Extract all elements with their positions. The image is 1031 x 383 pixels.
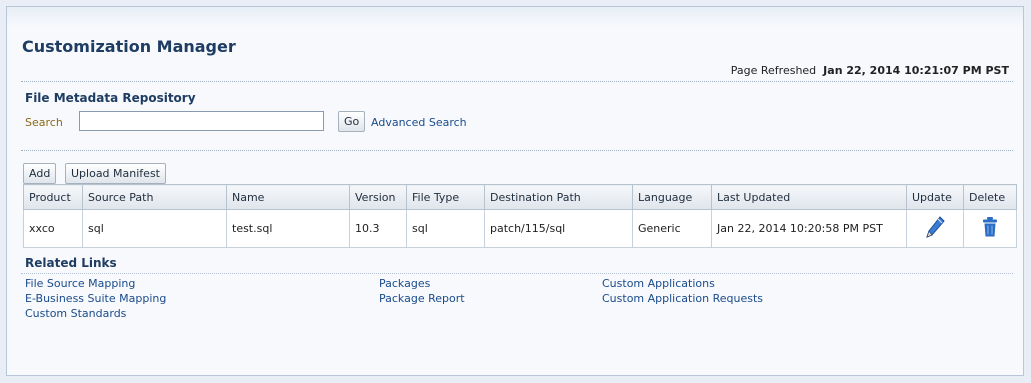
page-refreshed: Page Refreshed Jan 22, 2014 10:21:07 PM … bbox=[731, 64, 1009, 77]
related-links-title: Related Links bbox=[25, 256, 117, 270]
column-header[interactable]: Name bbox=[226, 184, 350, 210]
link-ebusiness-suite-mapping[interactable]: E-Business Suite Mapping bbox=[25, 292, 166, 305]
column-header[interactable]: Destination Path bbox=[484, 184, 633, 210]
trash-icon[interactable] bbox=[981, 217, 999, 241]
cell-version: 10.3 bbox=[349, 209, 407, 248]
refresh-time: Jan 22, 2014 10:21:07 PM PST bbox=[823, 64, 1009, 77]
page-frame: Customization Manager Page Refreshed Jan… bbox=[6, 6, 1024, 376]
cell-update bbox=[906, 209, 964, 248]
column-header[interactable]: Version bbox=[349, 184, 407, 210]
search-input[interactable] bbox=[79, 111, 324, 131]
toolbar-divider bbox=[21, 150, 1013, 151]
column-header[interactable]: Last Updated bbox=[711, 184, 907, 210]
link-file-source-mapping[interactable]: File Source Mapping bbox=[25, 277, 135, 290]
metadata-table: Product Source Path Name Version File Ty… bbox=[23, 184, 1017, 248]
cell-product: xxco bbox=[23, 209, 83, 248]
column-header: Delete bbox=[963, 184, 1017, 210]
header-divider bbox=[21, 81, 1013, 82]
column-header[interactable]: Language bbox=[632, 184, 712, 210]
column-header: Update bbox=[906, 184, 964, 210]
link-custom-applications[interactable]: Custom Applications bbox=[602, 277, 715, 290]
cell-name: test.sql bbox=[226, 209, 350, 248]
cell-file-type: sql bbox=[406, 209, 485, 248]
pencil-icon[interactable] bbox=[924, 216, 946, 242]
column-header[interactable]: File Type bbox=[406, 184, 485, 210]
cell-source-path: sql bbox=[82, 209, 227, 248]
column-header[interactable]: Source Path bbox=[82, 184, 227, 210]
section-title: File Metadata Repository bbox=[25, 91, 196, 105]
cell-last-updated: Jan 22, 2014 10:20:58 PM PST bbox=[711, 209, 907, 248]
cell-delete bbox=[963, 209, 1017, 248]
refresh-label: Page Refreshed bbox=[730, 64, 817, 77]
search-label: Search bbox=[25, 116, 63, 129]
link-custom-standards[interactable]: Custom Standards bbox=[25, 307, 126, 320]
cell-destination-path: patch/115/sql bbox=[484, 209, 633, 248]
link-custom-application-requests[interactable]: Custom Application Requests bbox=[602, 292, 763, 305]
go-button[interactable]: Go bbox=[338, 111, 366, 132]
column-header[interactable]: Product bbox=[23, 184, 83, 210]
add-button[interactable]: Add bbox=[23, 163, 57, 184]
upload-manifest-button[interactable]: Upload Manifest bbox=[65, 163, 166, 184]
page-title: Customization Manager bbox=[22, 37, 236, 56]
table-header-row: Product Source Path Name Version File Ty… bbox=[23, 184, 1017, 210]
table-row: xxco sql test.sql 10.3 sql patch/115/sql… bbox=[23, 209, 1017, 248]
advanced-search-link[interactable]: Advanced Search bbox=[371, 116, 467, 129]
link-packages[interactable]: Packages bbox=[379, 277, 430, 290]
cell-language: Generic bbox=[632, 209, 712, 248]
related-links-divider bbox=[21, 273, 1013, 274]
top-band bbox=[7, 7, 1023, 27]
link-package-report[interactable]: Package Report bbox=[379, 292, 465, 305]
